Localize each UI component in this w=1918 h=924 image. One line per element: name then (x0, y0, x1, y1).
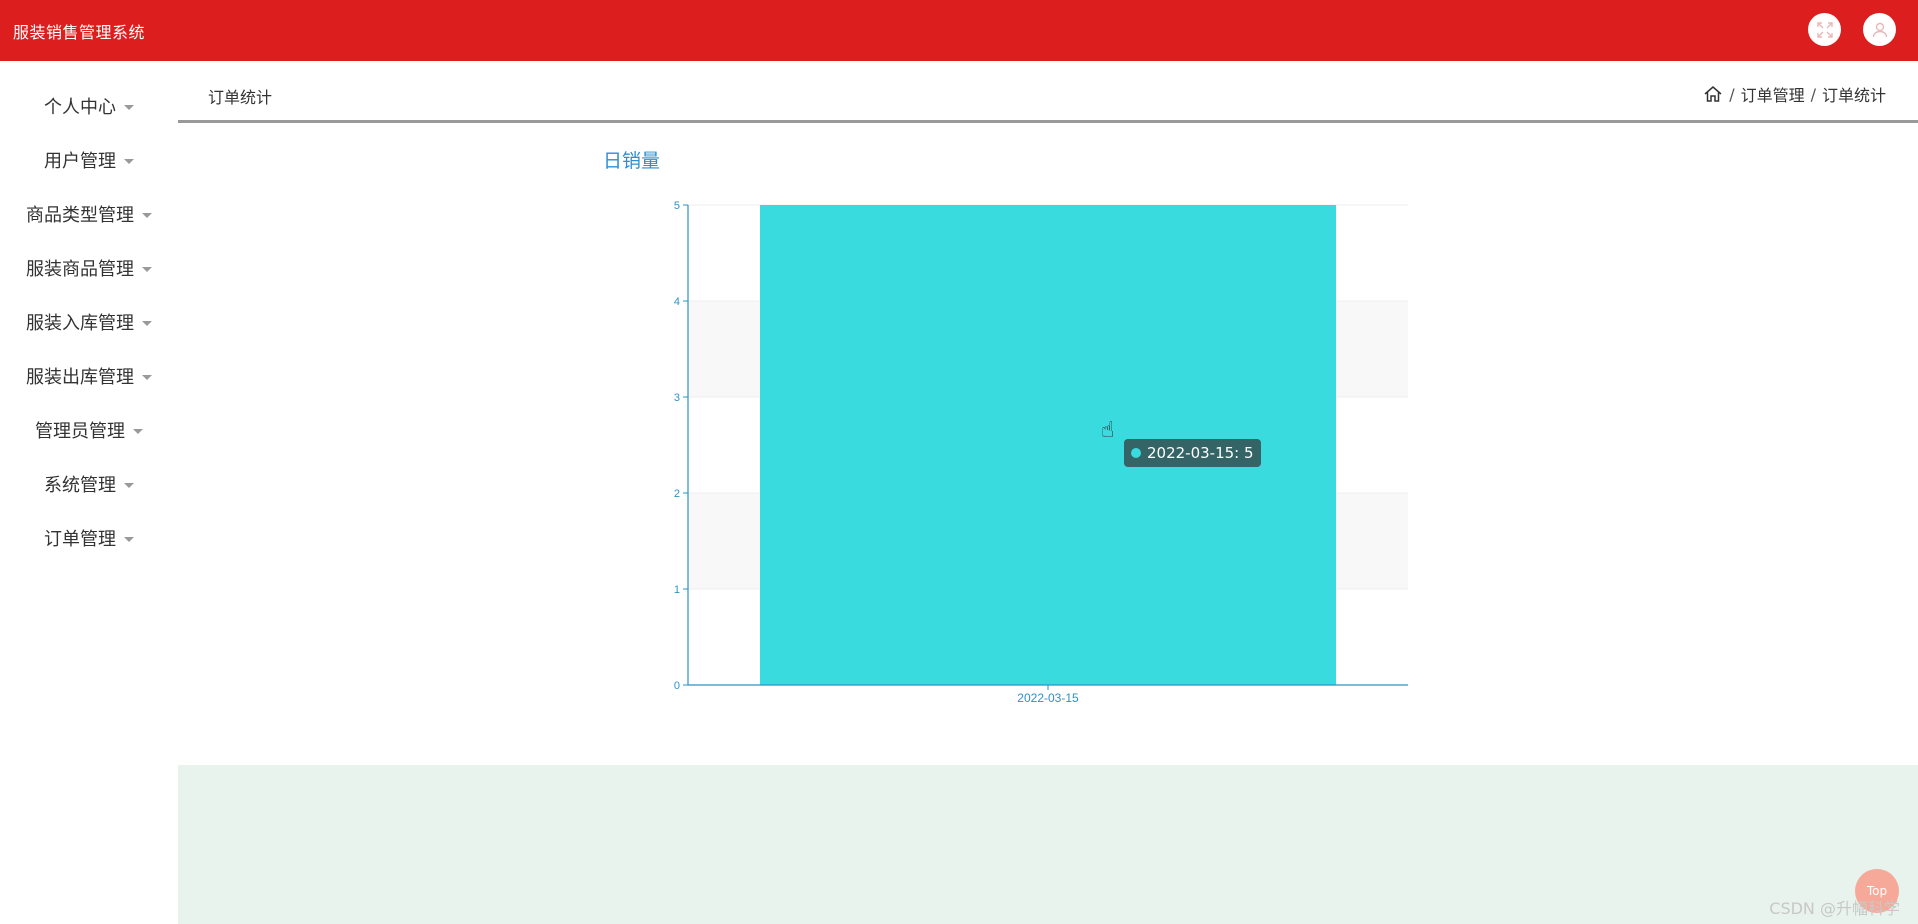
y-tick-label: 5 (674, 200, 680, 212)
bar-chart: 0 1 2 3 4 5 2022-03-15 (674, 200, 1408, 705)
y-tick-label: 4 (674, 296, 680, 308)
y-tick-label: 2 (674, 488, 680, 500)
watermark: CSDN @升幅科学 (1769, 899, 1900, 918)
y-tick-label: 0 (674, 680, 680, 692)
y-tick-label: 1 (674, 584, 680, 596)
x-tick-label: 2022-03-15 (1017, 691, 1079, 705)
tooltip-text: 2022-03-15: 5 (1147, 444, 1254, 462)
hand-cursor-icon: ☝ (1101, 418, 1115, 443)
footer-band (178, 765, 1918, 924)
y-tick-label: 3 (674, 392, 680, 404)
chart-tooltip: 2022-03-15: 5 (1124, 439, 1261, 467)
tooltip-marker (1131, 448, 1141, 458)
